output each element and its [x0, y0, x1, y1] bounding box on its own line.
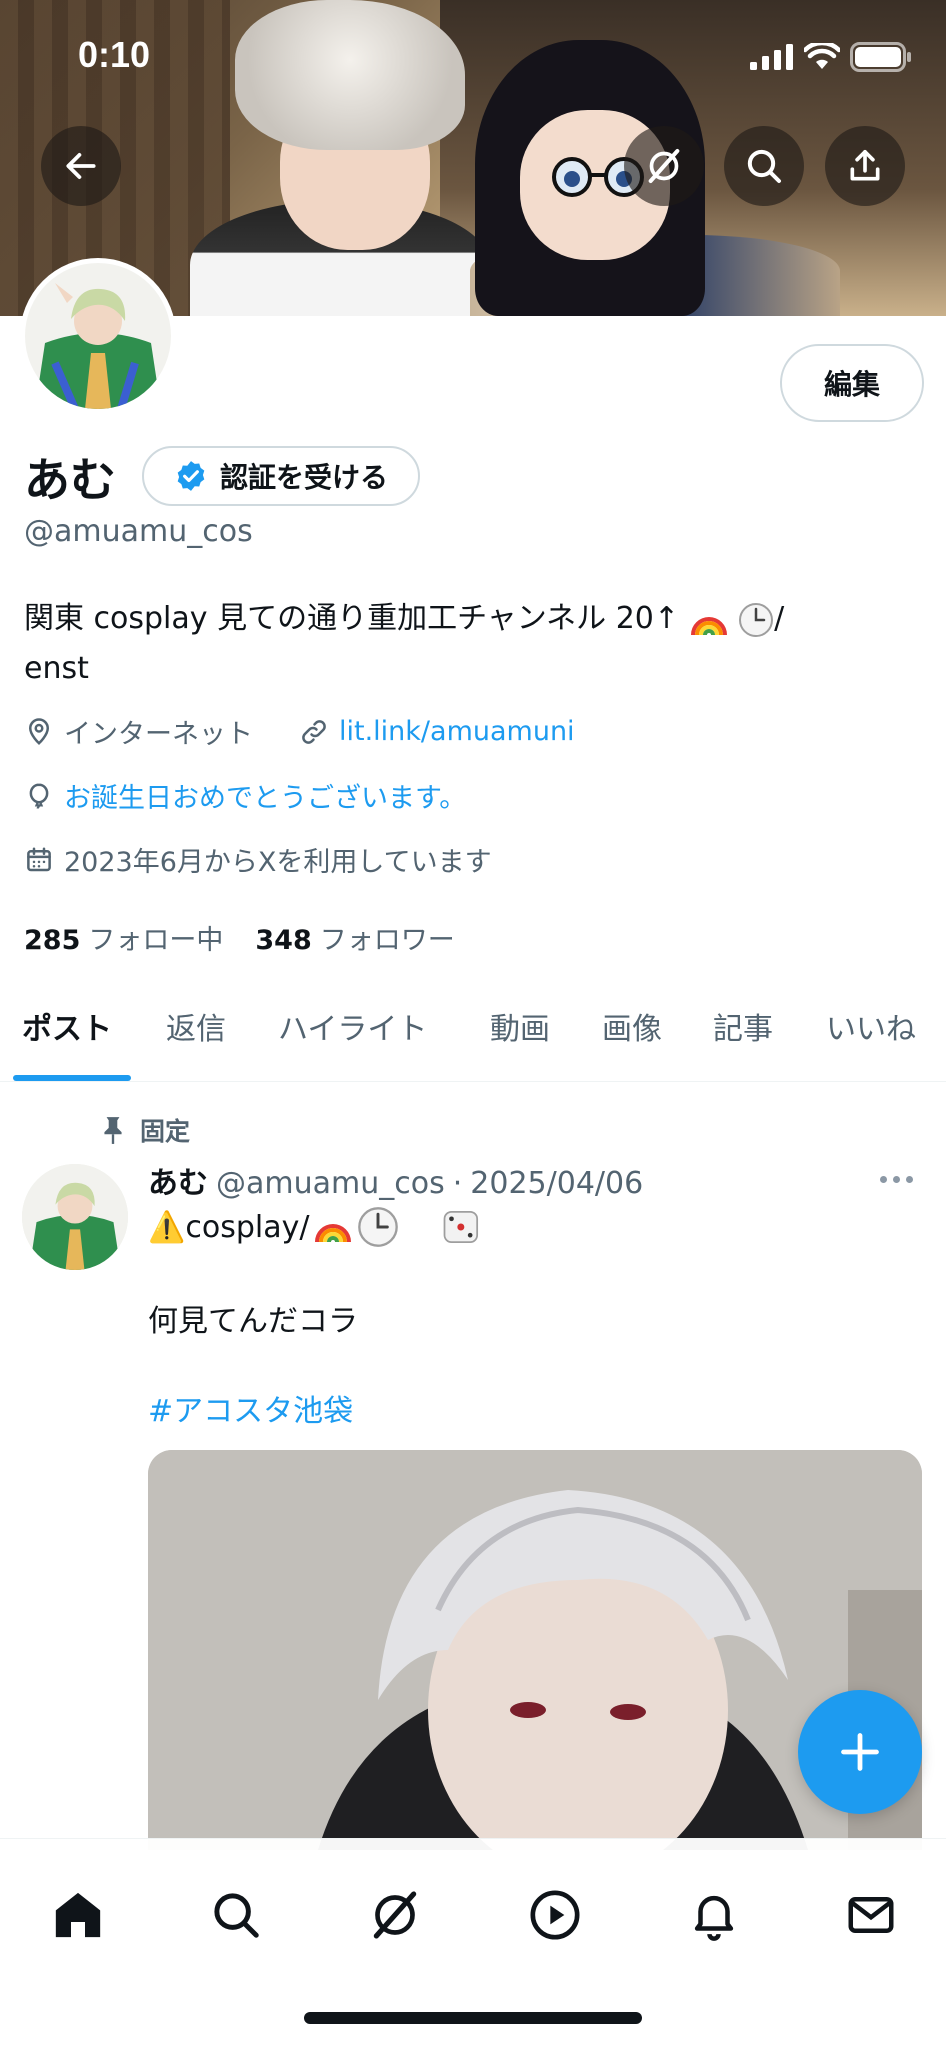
nav-messages[interactable] — [831, 1875, 911, 1955]
messages-icon — [848, 1897, 894, 1933]
search-icon — [747, 149, 781, 183]
home-icon — [55, 1892, 101, 1938]
post-author-avatar[interactable] — [22, 1164, 128, 1270]
back-button[interactable] — [41, 126, 121, 206]
video-icon — [530, 1890, 580, 1940]
profile-handle: @amuamu_cos — [24, 514, 253, 549]
website-link[interactable]: lit.link/amuamuni — [339, 716, 575, 747]
bio-line-1: 関東 cosplay 見ての通り重加工チャンネル 20↑ / — [24, 594, 904, 644]
nav-home[interactable] — [38, 1875, 118, 1955]
grok-icon — [373, 1891, 417, 1939]
joined-date-text: 2023年6月からXを利用しています — [64, 847, 492, 878]
dice-emoji-icon — [444, 1210, 479, 1244]
search-icon — [214, 1893, 259, 1938]
following-count: 285 — [24, 925, 81, 956]
grok-icon — [648, 149, 680, 183]
profile-bio: 関東 cosplay 見ての通り重加工チャンネル 20↑ / enst — [24, 594, 904, 694]
verified-badge-icon — [177, 461, 205, 491]
active-tab-indicator — [13, 1075, 131, 1081]
post-avatar-image — [22, 1164, 128, 1270]
balloon-icon — [29, 782, 49, 809]
profile-meta-row-1: インターネット lit.link/amuamuni — [24, 712, 575, 751]
clock-emoji-icon — [739, 602, 774, 637]
post-photo — [148, 1450, 922, 1850]
tab-posts[interactable]: ポスト — [22, 1004, 112, 1048]
home-indicator[interactable] — [304, 2012, 642, 2024]
rainbow-emoji-icon — [690, 616, 727, 635]
edit-profile-button[interactable]: 編集 — [780, 344, 924, 422]
post-tagline: ⚠️cosplay/ — [148, 1209, 310, 1245]
nav-video[interactable] — [515, 1875, 595, 1955]
banner-person-left-hair — [235, 0, 465, 150]
nav-search[interactable] — [196, 1875, 276, 1955]
pinned-label: 固定 — [140, 1117, 191, 1146]
share-icon — [850, 149, 880, 181]
post-hashtag[interactable]: #アコスタ池袋 — [148, 1386, 353, 1430]
get-verified-label: 認証を受ける — [220, 461, 389, 494]
avatar-image — [25, 263, 171, 409]
post-more-button[interactable] — [880, 1176, 913, 1183]
profile-avatar[interactable] — [20, 258, 176, 414]
followers-stat[interactable]: 348 フォロワー — [255, 918, 454, 957]
link-icon — [302, 719, 326, 744]
post-body-text: 何見てんだコラ — [148, 1304, 358, 1339]
post-date[interactable]: 2025/04/06 — [470, 1166, 643, 1201]
follow-stats: 285 フォロー中 348 フォロワー — [24, 918, 455, 957]
tab-replies[interactable]: 返信 — [166, 1004, 226, 1048]
post-media-image[interactable] — [148, 1450, 922, 1850]
clock-emoji-icon — [358, 1207, 399, 1247]
tab-highlights[interactable]: ハイライト — [278, 1004, 427, 1048]
tab-likes[interactable]: いいね — [826, 1004, 916, 1048]
following-label: フォロー中 — [88, 925, 224, 956]
post-separator: · — [452, 1166, 463, 1201]
battery-icon — [850, 42, 911, 72]
profile-tabs: ポスト 返信 ハイライト 動画 画像 記事 いいね — [0, 990, 946, 1082]
search-button[interactable] — [724, 126, 804, 206]
followers-count: 348 — [255, 925, 312, 956]
followers-label: フォロワー — [319, 925, 455, 956]
notifications-icon — [694, 1895, 734, 1941]
bio-line-2: enst — [24, 651, 89, 686]
arrow-left-icon — [66, 153, 96, 179]
following-stat[interactable]: 285 フォロー中 — [24, 918, 223, 957]
pin-icon — [104, 1117, 122, 1144]
nav-notifications[interactable] — [674, 1875, 754, 1955]
post-author-name[interactable]: あむ — [148, 1158, 208, 1202]
bio-text-tail: / — [774, 601, 785, 636]
pinned-indicator: 固定 — [100, 1112, 190, 1148]
post-header: あむ @amuamu_cos · 2025/04/06 — [148, 1158, 643, 1202]
calendar-icon — [27, 847, 51, 871]
status-icons — [750, 42, 912, 72]
cellular-signal-icon — [750, 44, 793, 70]
nav-grok[interactable] — [355, 1875, 435, 1955]
profile-meta-row-2: お誕生日おめでとうございます。 — [24, 776, 466, 815]
post-text-line-1: ⚠️cosplay/ — [148, 1206, 483, 1248]
rainbow-emoji-icon — [315, 1224, 352, 1243]
more-dot-icon — [893, 1176, 900, 1183]
birthday-text[interactable]: お誕生日おめでとうございます。 — [64, 776, 466, 815]
more-dot-icon — [880, 1176, 887, 1183]
plus-icon — [841, 1733, 879, 1771]
tab-videos[interactable]: 動画 — [490, 1004, 550, 1048]
location-icon — [28, 717, 50, 745]
tab-photos[interactable]: 画像 — [602, 1004, 662, 1048]
bio-text: 関東 cosplay 見ての通り重加工チャンネル 20↑ — [24, 601, 680, 636]
share-button[interactable] — [825, 126, 905, 206]
more-dot-icon — [906, 1176, 913, 1183]
post-author-handle[interactable]: @amuamu_cos — [216, 1166, 445, 1201]
profile-meta-row-3: 2023年6月からXを利用しています — [24, 840, 492, 879]
compose-post-button[interactable] — [798, 1690, 922, 1814]
location-text: インターネット — [64, 719, 253, 750]
status-time: 0:10 — [78, 34, 151, 75]
tab-articles[interactable]: 記事 — [713, 1004, 773, 1048]
get-verified-button[interactable]: 認証を受ける — [142, 446, 421, 506]
grok-button[interactable] — [624, 126, 704, 206]
display-name: あむ — [24, 453, 116, 507]
wifi-icon — [804, 43, 840, 69]
